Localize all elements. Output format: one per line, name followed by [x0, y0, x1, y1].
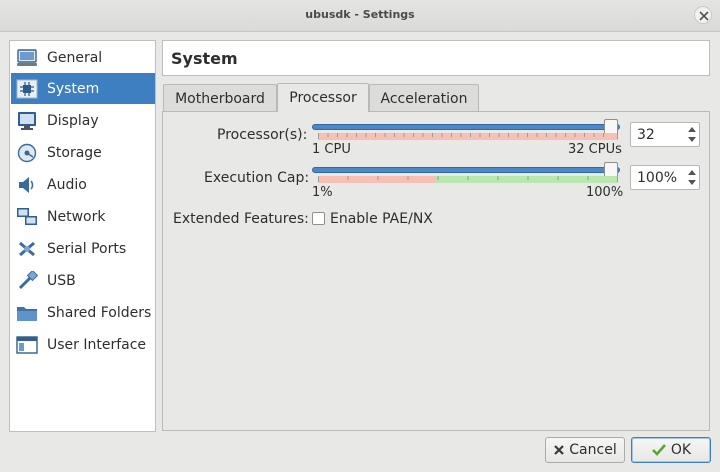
cancel-label: Cancel — [569, 442, 617, 458]
sidebar-item-audio[interactable]: Audio — [11, 169, 155, 200]
title-bar: ubusdk - Settings — [0, 0, 720, 32]
sidebar-item-label: System — [47, 80, 100, 97]
sidebar-item-label: Network — [47, 208, 106, 225]
spin-arrows-icon[interactable] — [685, 123, 699, 146]
tab-acceleration[interactable]: Acceleration — [369, 84, 479, 112]
general-icon — [15, 47, 39, 69]
processors-ticks — [318, 133, 618, 139]
cancel-icon — [553, 444, 565, 456]
checkmark-icon — [651, 443, 667, 457]
page-header: System — [162, 40, 710, 76]
tab-processor[interactable]: Processor — [277, 83, 369, 112]
processors-label: Processor(s): — [217, 127, 308, 143]
ok-label: OK — [670, 442, 692, 458]
sidebar-item-label: General — [47, 49, 103, 66]
sidebar-item-serial-ports[interactable]: Serial Ports — [11, 233, 155, 264]
execution-cap-min-label: 1% — [312, 185, 333, 200]
audio-icon — [15, 174, 39, 196]
sidebar-item-usb[interactable]: USB — [11, 265, 155, 296]
spin-arrows-icon[interactable] — [685, 166, 699, 189]
close-icon — [699, 11, 709, 21]
user-interface-icon — [15, 334, 39, 356]
network-icon — [15, 206, 39, 228]
system-icon — [15, 78, 39, 100]
processors-slider[interactable] — [312, 124, 620, 130]
usb-icon — [15, 270, 39, 292]
tab-label: Processor — [289, 90, 357, 106]
cancel-button[interactable]: Cancel — [545, 437, 625, 463]
pae-nx-checkbox[interactable] — [312, 212, 325, 225]
tab-label: Acceleration — [380, 90, 468, 107]
sidebar-item-label: Shared Folders — [47, 304, 152, 321]
close-button[interactable] — [694, 6, 712, 24]
execution-cap-slider[interactable] — [312, 167, 620, 173]
serial-ports-icon — [15, 238, 39, 260]
processors-value: 32 — [637, 127, 655, 143]
sidebar-item-label: Display — [47, 112, 99, 129]
processor-panel — [162, 111, 710, 431]
sidebar-item-user-interface[interactable]: User Interface — [11, 329, 155, 360]
execution-cap-value: 100% — [637, 170, 678, 186]
processors-spinbox[interactable]: 32 — [630, 122, 700, 147]
sidebar-item-display[interactable]: Display — [11, 105, 155, 136]
tab-motherboard[interactable]: Motherboard — [163, 84, 277, 112]
page-title: System — [171, 49, 238, 68]
sidebar-item-general[interactable]: General — [11, 42, 155, 73]
sidebar-item-label: Audio — [47, 176, 87, 193]
sidebar-item-label: Storage — [47, 144, 102, 161]
sidebar-item-network[interactable]: Network — [11, 201, 155, 232]
execution-cap-ticks — [318, 176, 618, 182]
sidebar-item-storage[interactable]: Storage — [11, 137, 155, 168]
sidebar-item-system[interactable]: System — [11, 73, 155, 104]
sidebar-item-label: Serial Ports — [47, 240, 127, 257]
execution-cap-spinbox[interactable]: 100% — [630, 165, 700, 190]
execution-cap-label: Execution Cap: — [204, 170, 310, 186]
storage-icon — [15, 142, 39, 164]
extended-features-label: Extended Features: — [173, 211, 309, 227]
window-title: ubusdk - Settings — [305, 8, 415, 21]
pae-nx-label[interactable]: Enable PAE/NX — [330, 211, 433, 227]
tab-label: Motherboard — [175, 90, 265, 107]
sidebar-item-label: USB — [47, 272, 76, 289]
processors-max-label: 32 CPUs — [568, 142, 622, 157]
execution-cap-max-label: 100% — [586, 185, 624, 200]
display-icon — [15, 110, 39, 132]
settings-sidebar: General System Display Storage Audio Net… — [9, 40, 156, 432]
ok-button[interactable]: OK — [631, 437, 711, 463]
processors-min-label: 1 CPU — [312, 142, 351, 157]
sidebar-item-shared-folders[interactable]: Shared Folders — [11, 297, 155, 328]
sidebar-item-label: User Interface — [47, 336, 147, 353]
shared-folders-icon — [15, 302, 39, 324]
